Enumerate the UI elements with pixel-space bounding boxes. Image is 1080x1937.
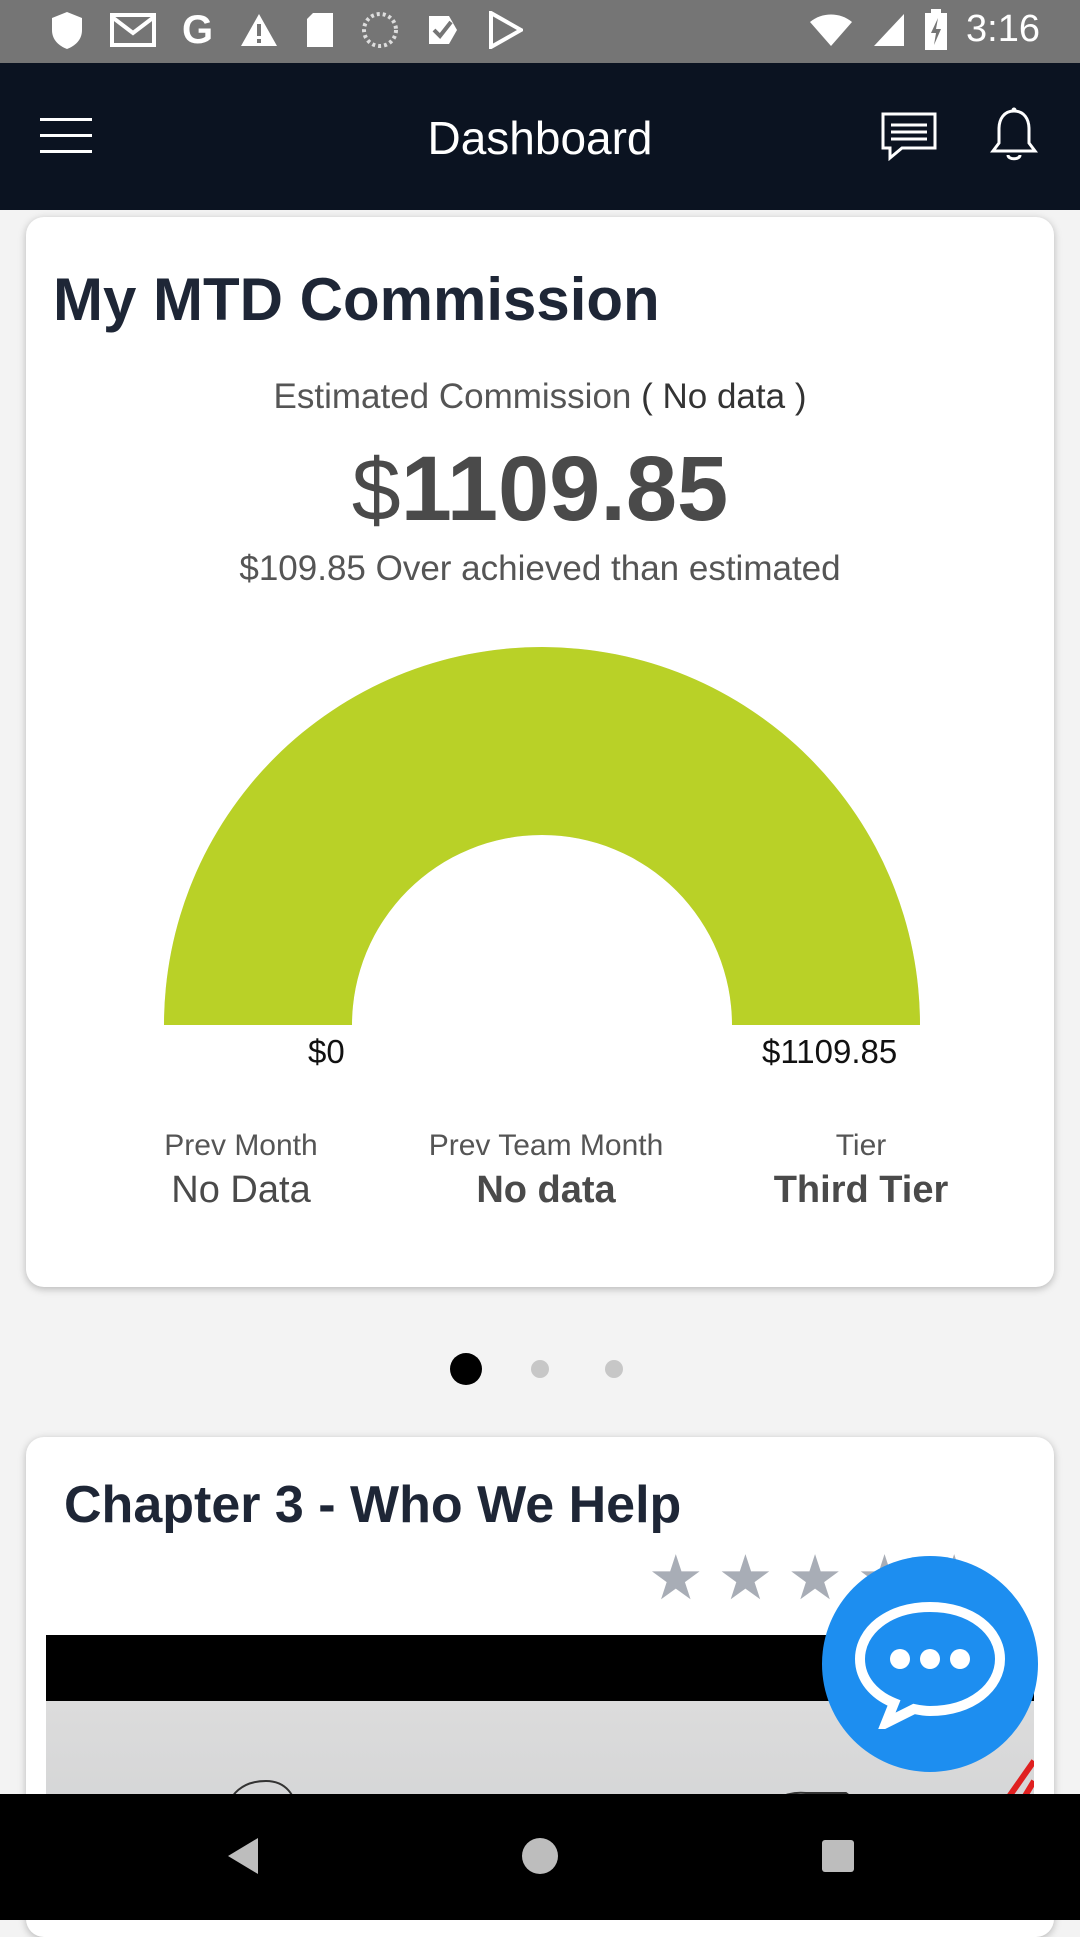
recent-apps-icon[interactable] [822, 1840, 854, 1872]
star-icon[interactable]: ★ [648, 1547, 704, 1609]
back-icon[interactable] [226, 1836, 260, 1876]
estimated-value-text: ( No data ) [641, 377, 807, 416]
amount-value: 1109.85 [400, 438, 729, 540]
message-icon[interactable] [880, 111, 938, 161]
status-bar: G 3:16 [0, 0, 1080, 63]
commission-card-title: My MTD Commission [53, 266, 660, 333]
gauge-fill [164, 647, 920, 1025]
system-icons: 3:16 [808, 8, 1040, 51]
system-nav-bar [0, 1794, 1080, 1920]
estimated-commission-label: Estimated Commission ( No data ) [26, 377, 1054, 417]
signal-icon [874, 13, 905, 46]
status-time: 3:16 [966, 8, 1040, 50]
estimated-label-text: Estimated Commission [273, 377, 632, 416]
chat-button[interactable] [822, 1556, 1038, 1772]
pager-dot[interactable] [450, 1353, 482, 1385]
stat-value: No data [476, 1169, 616, 1211]
pager-dot[interactable] [531, 1360, 549, 1378]
stat-label: Prev Team Month [428, 1129, 664, 1162]
task-icon [429, 16, 458, 44]
google-icon: G [182, 8, 214, 52]
currency-symbol: $ [351, 440, 401, 539]
gauge-max-label: $1109.85 [762, 1033, 898, 1070]
play-store-icon [489, 11, 524, 49]
stat-prev-month: Prev Month No Data [136, 1129, 346, 1212]
commission-card[interactable]: My MTD Commission Estimated Commission (… [26, 217, 1054, 1287]
stat-prev-team-month: Prev Team Month No data [396, 1129, 696, 1212]
stat-tier: Tier Third Tier [736, 1129, 986, 1212]
gmail-icon [110, 13, 156, 47]
battery-charging-icon [925, 8, 948, 50]
over-achieved-text: $109.85 Over achieved than estimated [239, 549, 841, 588]
wifi-icon [810, 14, 853, 46]
warning-icon [241, 14, 278, 46]
commission-amount: $1109.85 [26, 437, 1054, 542]
stat-value: No Data [171, 1169, 311, 1211]
gauge-min-label: $0 [308, 1033, 345, 1070]
commission-gauge [164, 647, 920, 1025]
shield-icon [52, 12, 82, 49]
stat-label: Prev Month [164, 1129, 318, 1162]
loading-icon [362, 12, 399, 48]
star-icon[interactable]: ★ [787, 1547, 843, 1609]
stat-value: Third Tier [773, 1169, 949, 1211]
chat-bubble-icon [854, 1601, 1006, 1729]
app-bar: Dashboard [0, 63, 1080, 210]
notification-icons: G [50, 8, 524, 52]
star-icon[interactable]: ★ [718, 1547, 774, 1609]
carousel-pager[interactable] [0, 1352, 1080, 1386]
stat-label: Tier [835, 1129, 887, 1162]
chapter-card-title: Chapter 3 - Who We Help [64, 1476, 682, 1534]
pager-dot[interactable] [605, 1360, 623, 1378]
sd-card-icon [307, 13, 334, 47]
bell-icon[interactable] [990, 107, 1038, 163]
home-icon[interactable] [522, 1838, 558, 1874]
